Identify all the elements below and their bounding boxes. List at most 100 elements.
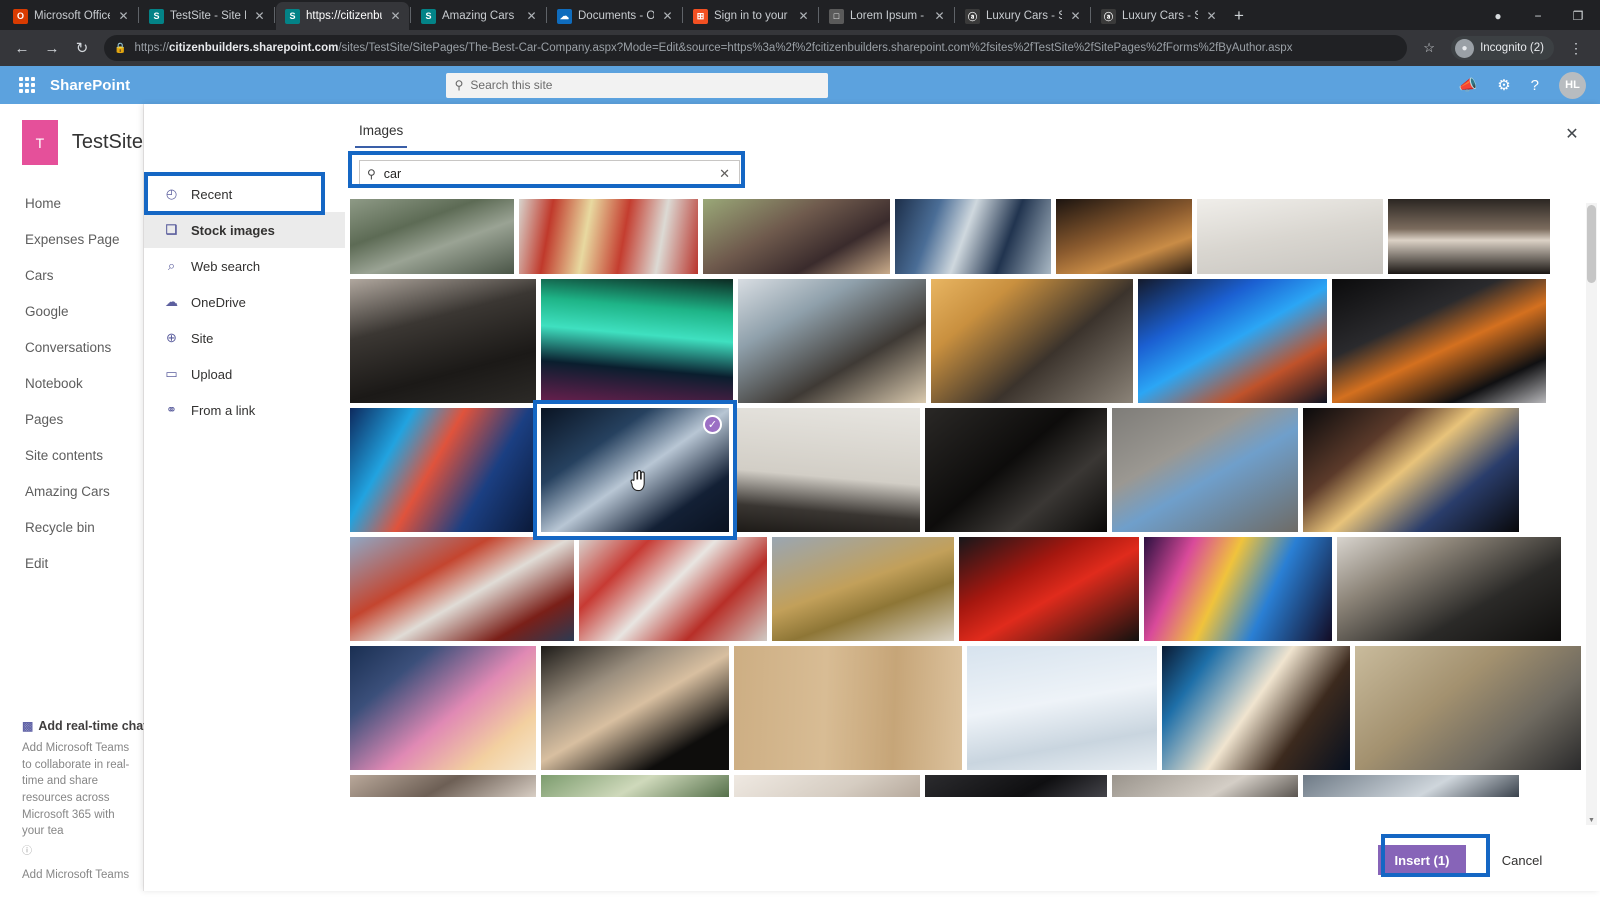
picker-source-from-a-link[interactable]: ⚭ From a link xyxy=(144,392,345,428)
sidebar-item-notebook[interactable]: Notebook xyxy=(0,365,143,401)
picker-source-recent[interactable]: ◴ Recent xyxy=(144,176,345,212)
browser-tab[interactable]: S TestSite - Site Pages - ✕ xyxy=(140,2,273,30)
tab-close-icon[interactable]: ✕ xyxy=(796,9,811,24)
clear-icon[interactable]: ✕ xyxy=(717,166,732,182)
gear-icon[interactable]: ⚙ xyxy=(1497,76,1510,94)
picker-source-web-search[interactable]: ⌕ Web search xyxy=(144,248,345,284)
app-launcher-waffle-icon[interactable] xyxy=(10,68,44,102)
image-thumbnail-white-car-body-closeup-blur[interactable] xyxy=(1197,199,1383,274)
sidebar-item-conversations[interactable]: Conversations xyxy=(0,329,143,365)
minimize-button[interactable]: − xyxy=(1518,2,1558,30)
picker-source-stock-images[interactable]: ❑ Stock images xyxy=(144,212,345,248)
sidebar-item-edit[interactable]: Edit xyxy=(0,545,143,581)
image-thumbnail-welder-sparks-workshop-night[interactable] xyxy=(1303,408,1519,532)
kebab-menu-icon[interactable]: ⋮ xyxy=(1562,34,1590,62)
back-button[interactable]: ← xyxy=(8,34,36,62)
image-thumbnail-partial-thumb-bright-interior[interactable] xyxy=(734,775,920,797)
sidebar-item-google[interactable]: Google xyxy=(0,293,143,329)
avatar[interactable]: HL xyxy=(1558,71,1586,99)
sidebar-item-expenses-page[interactable]: Expenses Page xyxy=(0,221,143,257)
image-thumbnail-partial-thumb-road-blur[interactable] xyxy=(1112,775,1298,797)
site-search-box[interactable]: ⚲ Search this site xyxy=(445,72,828,98)
tab-close-icon[interactable]: ✕ xyxy=(660,9,675,24)
browser-tab[interactable]: ⊞ Sign in to your accoun ✕ xyxy=(684,2,817,30)
picker-source-upload[interactable]: ▭ Upload xyxy=(144,356,345,392)
image-thumbnail-ship-mast-rigging-sunset[interactable] xyxy=(1056,199,1192,274)
image-thumbnail-highway-overpass-aerial-traffic[interactable]: ✓ xyxy=(533,400,737,540)
scrollbar-thumb[interactable] xyxy=(1587,205,1596,283)
stock-image-search-box[interactable]: ⚲ ✕ xyxy=(359,160,740,187)
sidebar-item-site-contents[interactable]: Site contents xyxy=(0,437,143,473)
sidebar-item-amazing-cars[interactable]: Amazing Cars xyxy=(0,473,143,509)
tab-close-icon[interactable]: ✕ xyxy=(524,9,539,24)
tab-images[interactable]: Images xyxy=(355,123,408,148)
results-scrollbar[interactable]: ▲ ▼ xyxy=(1586,203,1597,825)
image-thumbnail-speedometer-gauge-closeup[interactable] xyxy=(1332,279,1546,403)
tab-close-icon[interactable]: ✕ xyxy=(388,9,403,24)
image-thumbnail-man-examining-glasses-workshop[interactable] xyxy=(1337,537,1561,641)
image-thumbnail-bokeh-pink-blue-lights-blur[interactable] xyxy=(350,646,536,770)
checkmark-icon[interactable]: ✓ xyxy=(703,415,722,434)
image-thumbnail-parking-lot-rows-of-cars[interactable] xyxy=(895,199,1051,274)
image-thumbnail-wood-grain-surface-minimal[interactable] xyxy=(734,646,962,770)
image-thumbnail-red-car-tail-light-blur[interactable] xyxy=(959,537,1139,641)
browser-tab[interactable]: O Microsoft Office Home ✕ xyxy=(4,2,137,30)
image-thumbnail-snow-covered-trees-winter-road[interactable] xyxy=(967,646,1157,770)
tab-close-icon[interactable]: ✕ xyxy=(1068,9,1083,24)
image-thumbnail-truck-mirror-sunset-highway[interactable] xyxy=(931,279,1133,403)
browser-tab[interactable]: S Amazing Cars ✕ xyxy=(412,2,545,30)
reload-button[interactable]: ↻ xyxy=(68,34,96,62)
image-thumbnail-police-car-blue-lights-city[interactable] xyxy=(1138,279,1327,403)
browser-tab[interactable]: ⓐ Luxury Cars - Sedans, ✕ xyxy=(1092,2,1225,30)
image-thumbnail-stacked-tyres-pattern[interactable] xyxy=(925,408,1107,532)
help-icon[interactable]: ? xyxy=(1531,77,1539,94)
cancel-button[interactable]: Cancel xyxy=(1488,845,1556,875)
forward-button[interactable]: → xyxy=(38,34,66,62)
image-thumbnail-green-motion-blur-abstract[interactable] xyxy=(541,279,733,403)
image-thumbnail-woman-photographing-mountains-from-car[interactable] xyxy=(738,279,926,403)
browser-menu-dot-icon[interactable]: ● xyxy=(1478,2,1518,30)
image-thumbnail-mountain-road-light-trails-night[interactable] xyxy=(350,279,536,403)
browser-tab[interactable]: ⓐ Luxury Cars - Sedans, ✕ xyxy=(956,2,1089,30)
picker-source-onedrive[interactable]: ☁ OneDrive xyxy=(144,284,345,320)
image-thumbnail-partial-thumb-city-scene[interactable] xyxy=(1303,775,1519,797)
incognito-indicator[interactable]: ● Incognito (2) xyxy=(1451,36,1554,60)
sharepoint-brand[interactable]: SharePoint xyxy=(50,77,130,94)
tab-close-icon[interactable]: ✕ xyxy=(932,9,947,24)
image-thumbnail-aerial-highway-interchange-greenery[interactable] xyxy=(350,199,514,274)
info-icon[interactable]: ⓘ xyxy=(22,842,136,857)
sidebar-item-pages[interactable]: Pages xyxy=(0,401,143,437)
image-thumbnail-rural-dirt-track-mountains-van[interactable] xyxy=(772,537,954,641)
star-icon[interactable]: ☆ xyxy=(1415,34,1443,62)
picker-source-site[interactable]: ⊕ Site xyxy=(144,320,345,356)
image-thumbnail-shopping-trolleys-red-handles[interactable] xyxy=(579,537,767,641)
browser-tab[interactable]: ☁ Documents - OneDrive ✕ xyxy=(548,2,681,30)
browser-tab[interactable]: Shttps://citizenbuilders ✕ xyxy=(276,2,409,30)
image-thumbnail-hand-repairing-car-engine[interactable] xyxy=(541,646,729,770)
search-input[interactable] xyxy=(383,166,710,181)
address-bar[interactable]: 🔒 https://citizenbuilders.sharepoint.com… xyxy=(104,35,1408,61)
image-thumbnail-empty-road-horizon-bright-sky[interactable] xyxy=(734,408,920,532)
browser-tab[interactable]: □ Lorem Ipsum - All the ✕ xyxy=(820,2,953,30)
image-results-scroll-area[interactable]: ✓ ▲ ▼ xyxy=(345,199,1600,829)
tab-close-icon[interactable]: ✕ xyxy=(252,9,267,24)
new-tab-button[interactable]: + xyxy=(1225,2,1253,30)
image-thumbnail-partial-thumb-dark-vehicle[interactable] xyxy=(925,775,1107,797)
megaphone-icon[interactable]: 📣 xyxy=(1459,76,1478,94)
image-thumbnail-night-road-headlights-tunnel[interactable] xyxy=(1388,199,1550,274)
sidebar-item-cars[interactable]: Cars xyxy=(0,257,143,293)
image-thumbnail-neon-light-streaks-city-night[interactable] xyxy=(350,408,536,532)
image-thumbnail-disabled-parking-bay-symbol[interactable] xyxy=(1112,408,1298,532)
image-thumbnail-colourful-light-trails-long-exposure[interactable] xyxy=(1144,537,1332,641)
image-thumbnail-white-light-streaks-curve-night[interactable] xyxy=(1162,646,1350,770)
insert-button[interactable]: Insert (1) xyxy=(1378,845,1466,875)
sidebar-item-recycle-bin[interactable]: Recycle bin xyxy=(0,509,143,545)
scroll-down-arrow[interactable]: ▼ xyxy=(1586,815,1597,826)
tab-close-icon[interactable]: ✕ xyxy=(116,9,131,24)
sidebar-item-home[interactable]: Home xyxy=(0,185,143,221)
image-thumbnail-partial-thumb-people-indoors[interactable] xyxy=(350,775,536,797)
image-thumbnail-woman-outdoors-winter-scarf[interactable] xyxy=(703,199,890,274)
add-microsoft-teams-link[interactable]: Add Microsoft Teams xyxy=(22,869,136,881)
tab-close-icon[interactable]: ✕ xyxy=(1204,9,1219,24)
maximize-button[interactable]: ❐ xyxy=(1558,2,1598,30)
